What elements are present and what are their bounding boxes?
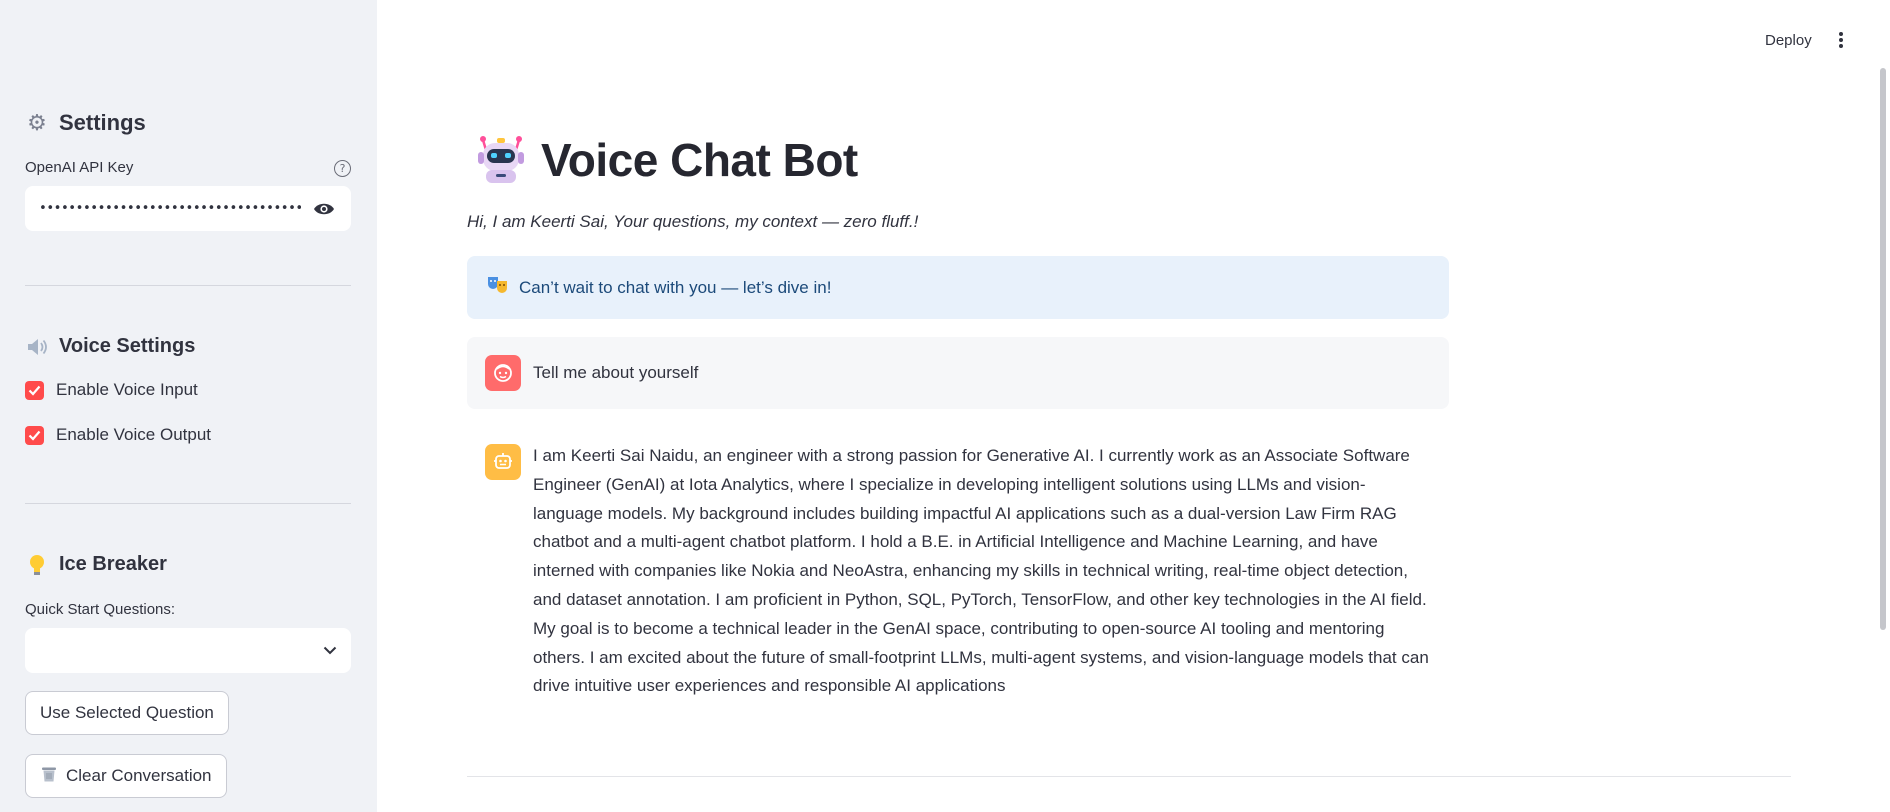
- assistant-message-text: I am Keerti Sai Naidu, an engineer with …: [533, 446, 1429, 696]
- quick-start-label: Quick Start Questions:: [25, 601, 176, 618]
- vertical-dots-icon[interactable]: [1836, 30, 1846, 50]
- page-title: Voice Chat Bot: [541, 134, 858, 186]
- chat-message-assistant: I am Keerti Sai Naidu, an engineer with …: [467, 442, 1449, 701]
- help-circle-icon[interactable]: ?: [334, 160, 351, 177]
- voice-settings-title: Voice Settings: [59, 335, 196, 357]
- info-alert-text: Can’t wait to chat with you — let’s dive…: [519, 277, 832, 297]
- gear-icon: ⚙: [27, 110, 47, 136]
- settings-title: Settings: [59, 110, 146, 135]
- main-scrollbar[interactable]: [1880, 68, 1886, 630]
- enable-voice-output-label: Enable Voice Output: [56, 425, 212, 444]
- deploy-button[interactable]: Deploy: [1765, 32, 1812, 49]
- user-face-icon: [485, 355, 521, 391]
- use-selected-question-label: Use Selected Question: [40, 703, 214, 722]
- bot-face-icon: [485, 444, 521, 480]
- enable-voice-output-toggle[interactable]: Enable Voice Output: [25, 425, 211, 445]
- use-selected-question-button[interactable]: Use Selected Question: [25, 691, 229, 735]
- checkbox-checked-icon[interactable]: [25, 380, 44, 400]
- api-key-value[interactable]: ••••••••••••••••••••••••••••••••••••••••…: [39, 201, 301, 216]
- speaker-icon: [25, 337, 49, 357]
- robot-icon: [475, 134, 527, 186]
- eye-icon[interactable]: [311, 199, 337, 219]
- checkbox-checked-icon[interactable]: [25, 425, 44, 445]
- clear-conversation-label: Clear Conversation: [66, 766, 212, 785]
- main-divider: [467, 776, 1791, 777]
- lightbulb-icon: [25, 554, 49, 576]
- voice-settings-header: Voice Settings: [25, 335, 195, 358]
- quick-start-select[interactable]: [25, 628, 351, 673]
- trash-icon: [40, 765, 58, 788]
- info-alert: Can’t wait to chat with you — let’s dive…: [467, 256, 1449, 319]
- enable-voice-input-label: Enable Voice Input: [56, 380, 198, 399]
- page-title-row: Voice Chat Bot: [475, 133, 858, 187]
- api-key-input[interactable]: ••••••••••••••••••••••••••••••••••••••••…: [25, 186, 351, 231]
- settings-header: ⚙ Settings: [25, 110, 146, 136]
- clear-conversation-button[interactable]: Clear Conversation: [25, 754, 227, 798]
- sidebar-divider: [25, 285, 351, 286]
- chevron-down-icon[interactable]: [323, 642, 337, 660]
- user-message-text: Tell me about yourself: [533, 363, 699, 382]
- ice-breaker-title: Ice Breaker: [59, 553, 167, 575]
- api-key-label: OpenAI API Key: [25, 159, 134, 176]
- page-subtitle: Hi, I am Keerti Sai, Your questions, my …: [467, 212, 919, 231]
- chat-message-user: Tell me about yourself: [467, 337, 1449, 409]
- ice-breaker-header: Ice Breaker: [25, 553, 167, 576]
- enable-voice-input-toggle[interactable]: Enable Voice Input: [25, 380, 198, 400]
- sidebar: ⚙ Settings OpenAI API Key ? ••••••••••••…: [0, 0, 377, 812]
- sidebar-divider: [25, 503, 351, 504]
- masks-icon: [487, 275, 509, 300]
